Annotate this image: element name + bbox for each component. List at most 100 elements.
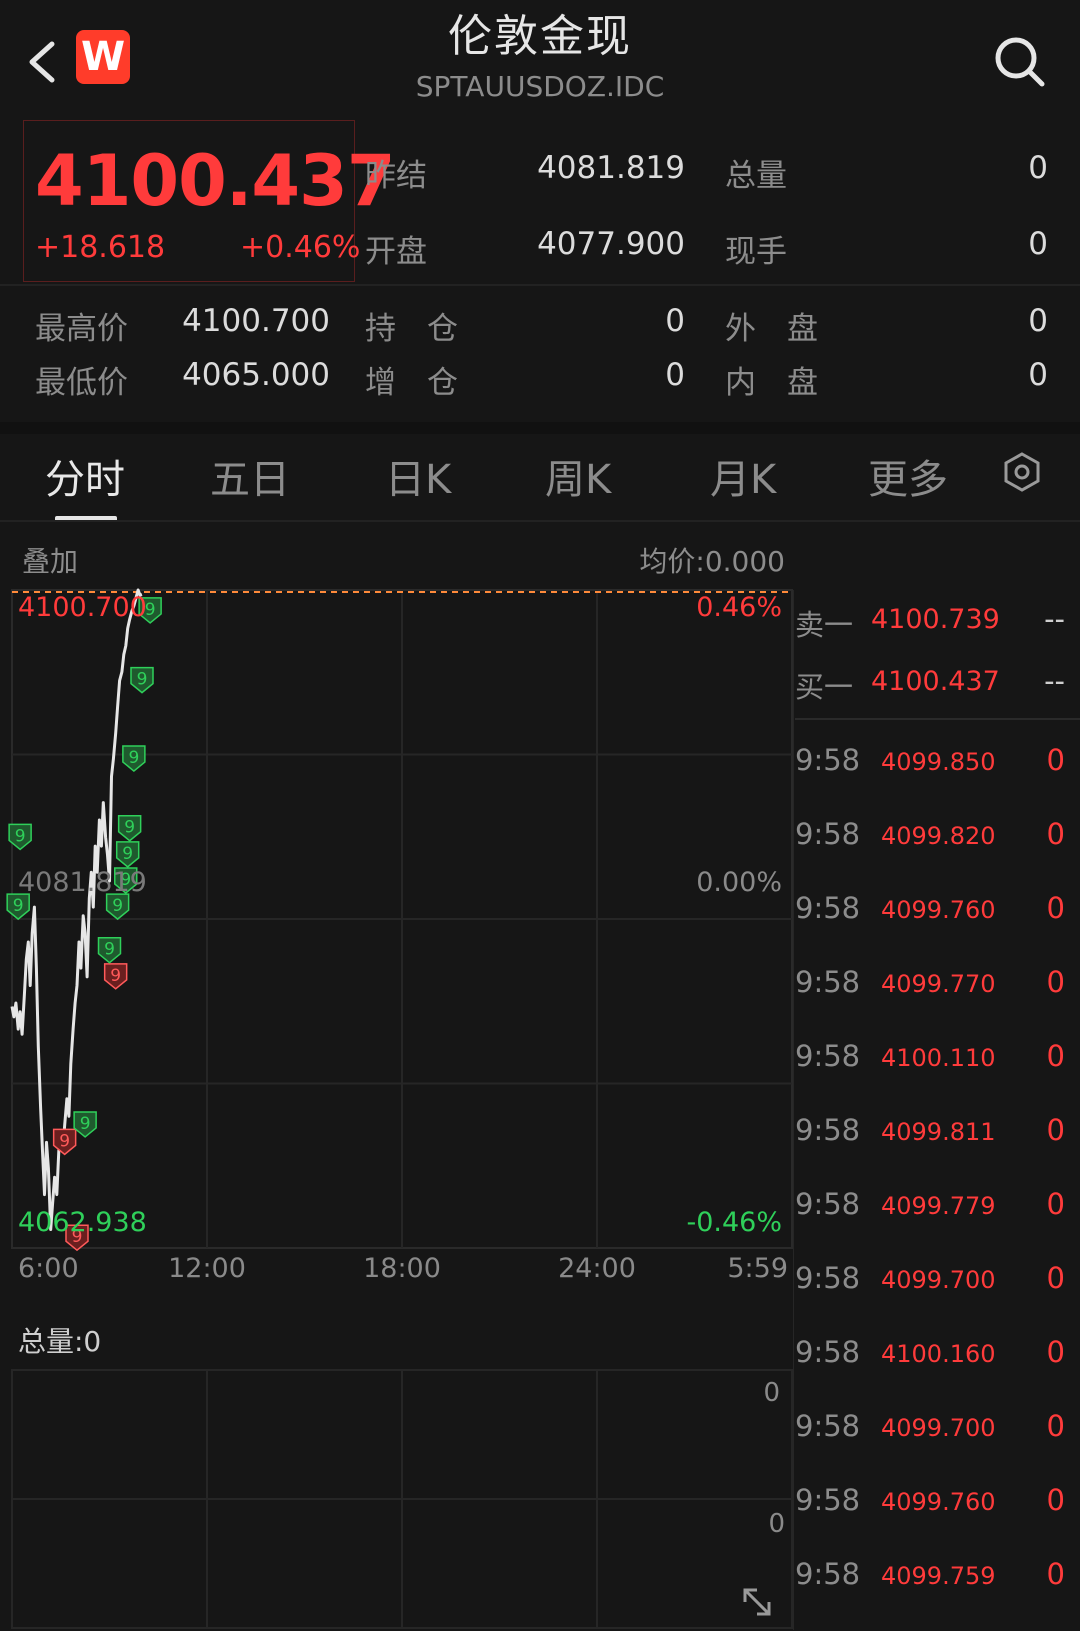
signal-marker: 9 bbox=[117, 814, 142, 842]
app-logo[interactable]: W bbox=[76, 30, 130, 84]
divider bbox=[0, 520, 1080, 522]
y-label-mid: 4081.819 bbox=[18, 867, 147, 898]
chart-settings-button[interactable] bbox=[1000, 450, 1044, 494]
field-label: 内 盘 bbox=[725, 365, 818, 401]
trade-price: 4099.820 bbox=[881, 822, 996, 850]
trade-row: 9:58 4099.770 0 bbox=[795, 965, 1065, 1005]
field-value: 4081.819 bbox=[537, 150, 685, 186]
field-label: 持 仓 bbox=[365, 311, 458, 347]
trade-qty: 0 bbox=[1046, 1557, 1065, 1591]
price-change: +18.618 bbox=[35, 230, 166, 265]
signal-label: 9 bbox=[137, 670, 148, 690]
overlay-button[interactable]: 叠加 bbox=[22, 540, 78, 580]
tab-five-day[interactable]: 五日 bbox=[210, 447, 290, 505]
tab-weekly-k[interactable]: 周K bbox=[545, 447, 611, 505]
trade-row: 9:58 4099.820 0 bbox=[795, 817, 1065, 857]
divider bbox=[795, 718, 1080, 720]
chevron-left-icon bbox=[29, 41, 55, 83]
field-value: 0 bbox=[665, 303, 685, 339]
trade-qty: 0 bbox=[1046, 1039, 1065, 1073]
divider bbox=[0, 284, 1080, 286]
intraday-chart[interactable]: 99999999999999 4100.700 4081.819 4062.93… bbox=[0, 580, 800, 1280]
trade-time: 9:58 bbox=[795, 1335, 861, 1369]
fullscreen-button[interactable] bbox=[735, 1580, 785, 1626]
trade-time: 9:58 bbox=[795, 1187, 861, 1221]
signal-label: 9 bbox=[13, 896, 24, 916]
order-book-ask: 卖一 4100.739 -- bbox=[795, 602, 1065, 642]
tab-more[interactable]: 更多 bbox=[868, 447, 948, 505]
trade-row: 9:58 4099.850 0 bbox=[795, 743, 1065, 783]
pct-label-bottom: -0.46% bbox=[686, 1207, 782, 1238]
signal-label: 9 bbox=[15, 826, 26, 846]
signal-marker: 9 bbox=[52, 1128, 77, 1156]
panel-divider bbox=[793, 590, 794, 1630]
signal-label: 9 bbox=[59, 1131, 70, 1151]
trade-row: 9:58 4100.160 0 bbox=[795, 1335, 1065, 1375]
trade-price: 4099.760 bbox=[881, 1488, 996, 1516]
trade-price: 4099.770 bbox=[881, 970, 996, 998]
trade-price: 4100.160 bbox=[881, 1340, 996, 1368]
trade-row: 9:58 4099.760 0 bbox=[795, 891, 1065, 931]
field-label: 最低价 bbox=[35, 365, 128, 401]
x-tick-label: 12:00 bbox=[168, 1253, 246, 1280]
field-label: 外 盘 bbox=[725, 311, 818, 347]
expand-icon bbox=[743, 1588, 771, 1616]
section-gap bbox=[0, 422, 1080, 434]
search-button[interactable] bbox=[990, 32, 1050, 92]
trade-qty: 0 bbox=[1046, 1409, 1065, 1443]
field-value: 4077.900 bbox=[537, 226, 685, 262]
field-label: 开盘 bbox=[365, 234, 427, 270]
field-value: 0 bbox=[1028, 303, 1048, 339]
field-value: 4065.000 bbox=[182, 357, 330, 393]
signal-label: 9 bbox=[104, 940, 115, 960]
trade-price: 4099.700 bbox=[881, 1266, 996, 1294]
trade-time: 9:58 bbox=[795, 1409, 861, 1443]
field-value: 0 bbox=[1028, 357, 1048, 393]
page-title: 伦敦金现 bbox=[448, 11, 632, 62]
order-book-bid: 买一 4100.437 -- bbox=[795, 664, 1065, 704]
trade-price: 4099.811 bbox=[881, 1118, 996, 1146]
field-label: 现手 bbox=[725, 234, 787, 270]
tab-daily-k[interactable]: 日K bbox=[385, 447, 451, 505]
y-label-bottom: 4062.938 bbox=[18, 1207, 147, 1238]
trade-qty: 0 bbox=[1046, 1483, 1065, 1517]
trade-price: 4099.779 bbox=[881, 1192, 996, 1220]
chart-grid bbox=[11, 589, 793, 1249]
x-tick-label: 24:00 bbox=[558, 1253, 636, 1280]
signal-label: 9 bbox=[112, 896, 123, 916]
trade-time: 9:58 bbox=[795, 965, 861, 999]
field-label: 昨结 bbox=[365, 158, 427, 194]
average-price: 均价:0.000 bbox=[639, 545, 785, 578]
trade-price: 4099.850 bbox=[881, 748, 996, 776]
field-value: 0 bbox=[1028, 226, 1048, 262]
trade-price: 4099.700 bbox=[881, 1414, 996, 1442]
trade-price: 4099.759 bbox=[881, 1562, 996, 1590]
trade-qty: 0 bbox=[1046, 1335, 1065, 1369]
trade-time: 9:58 bbox=[795, 817, 861, 851]
tab-intraday[interactable]: 分时 bbox=[45, 447, 125, 505]
trade-price: 4100.110 bbox=[881, 1044, 996, 1072]
field-value: 0 bbox=[665, 357, 685, 393]
search-icon bbox=[995, 37, 1045, 87]
symbol-code: SPTAUUSDOZ.IDC bbox=[415, 70, 665, 103]
back-button[interactable] bbox=[22, 32, 62, 92]
tab-monthly-k[interactable]: 月K bbox=[710, 447, 776, 505]
settings-hexagon-icon bbox=[1004, 452, 1040, 492]
field-label: 最高价 bbox=[35, 311, 128, 347]
signal-marker: 9 bbox=[103, 963, 128, 990]
trade-row: 9:58 4099.759 0 bbox=[795, 1557, 1065, 1597]
last-price: 4100.437 bbox=[35, 140, 396, 222]
volume-chart: 0 0 bbox=[11, 1369, 793, 1629]
trade-price: 4099.760 bbox=[881, 896, 996, 924]
trade-time: 9:58 bbox=[795, 1483, 861, 1517]
volume-total: 总量:0 bbox=[18, 1325, 102, 1358]
trade-row: 9:58 4099.700 0 bbox=[795, 1261, 1065, 1301]
y-label-top: 4100.700 bbox=[18, 592, 147, 623]
signal-label: 9 bbox=[80, 1114, 91, 1134]
pct-label-top: 0.46% bbox=[696, 592, 782, 623]
trade-qty: 0 bbox=[1046, 743, 1065, 777]
signal-marker: 9 bbox=[122, 745, 146, 772]
trade-time: 9:58 bbox=[795, 743, 861, 777]
signal-label: 9 bbox=[122, 844, 133, 864]
trade-row: 9:58 4099.811 0 bbox=[795, 1113, 1065, 1153]
